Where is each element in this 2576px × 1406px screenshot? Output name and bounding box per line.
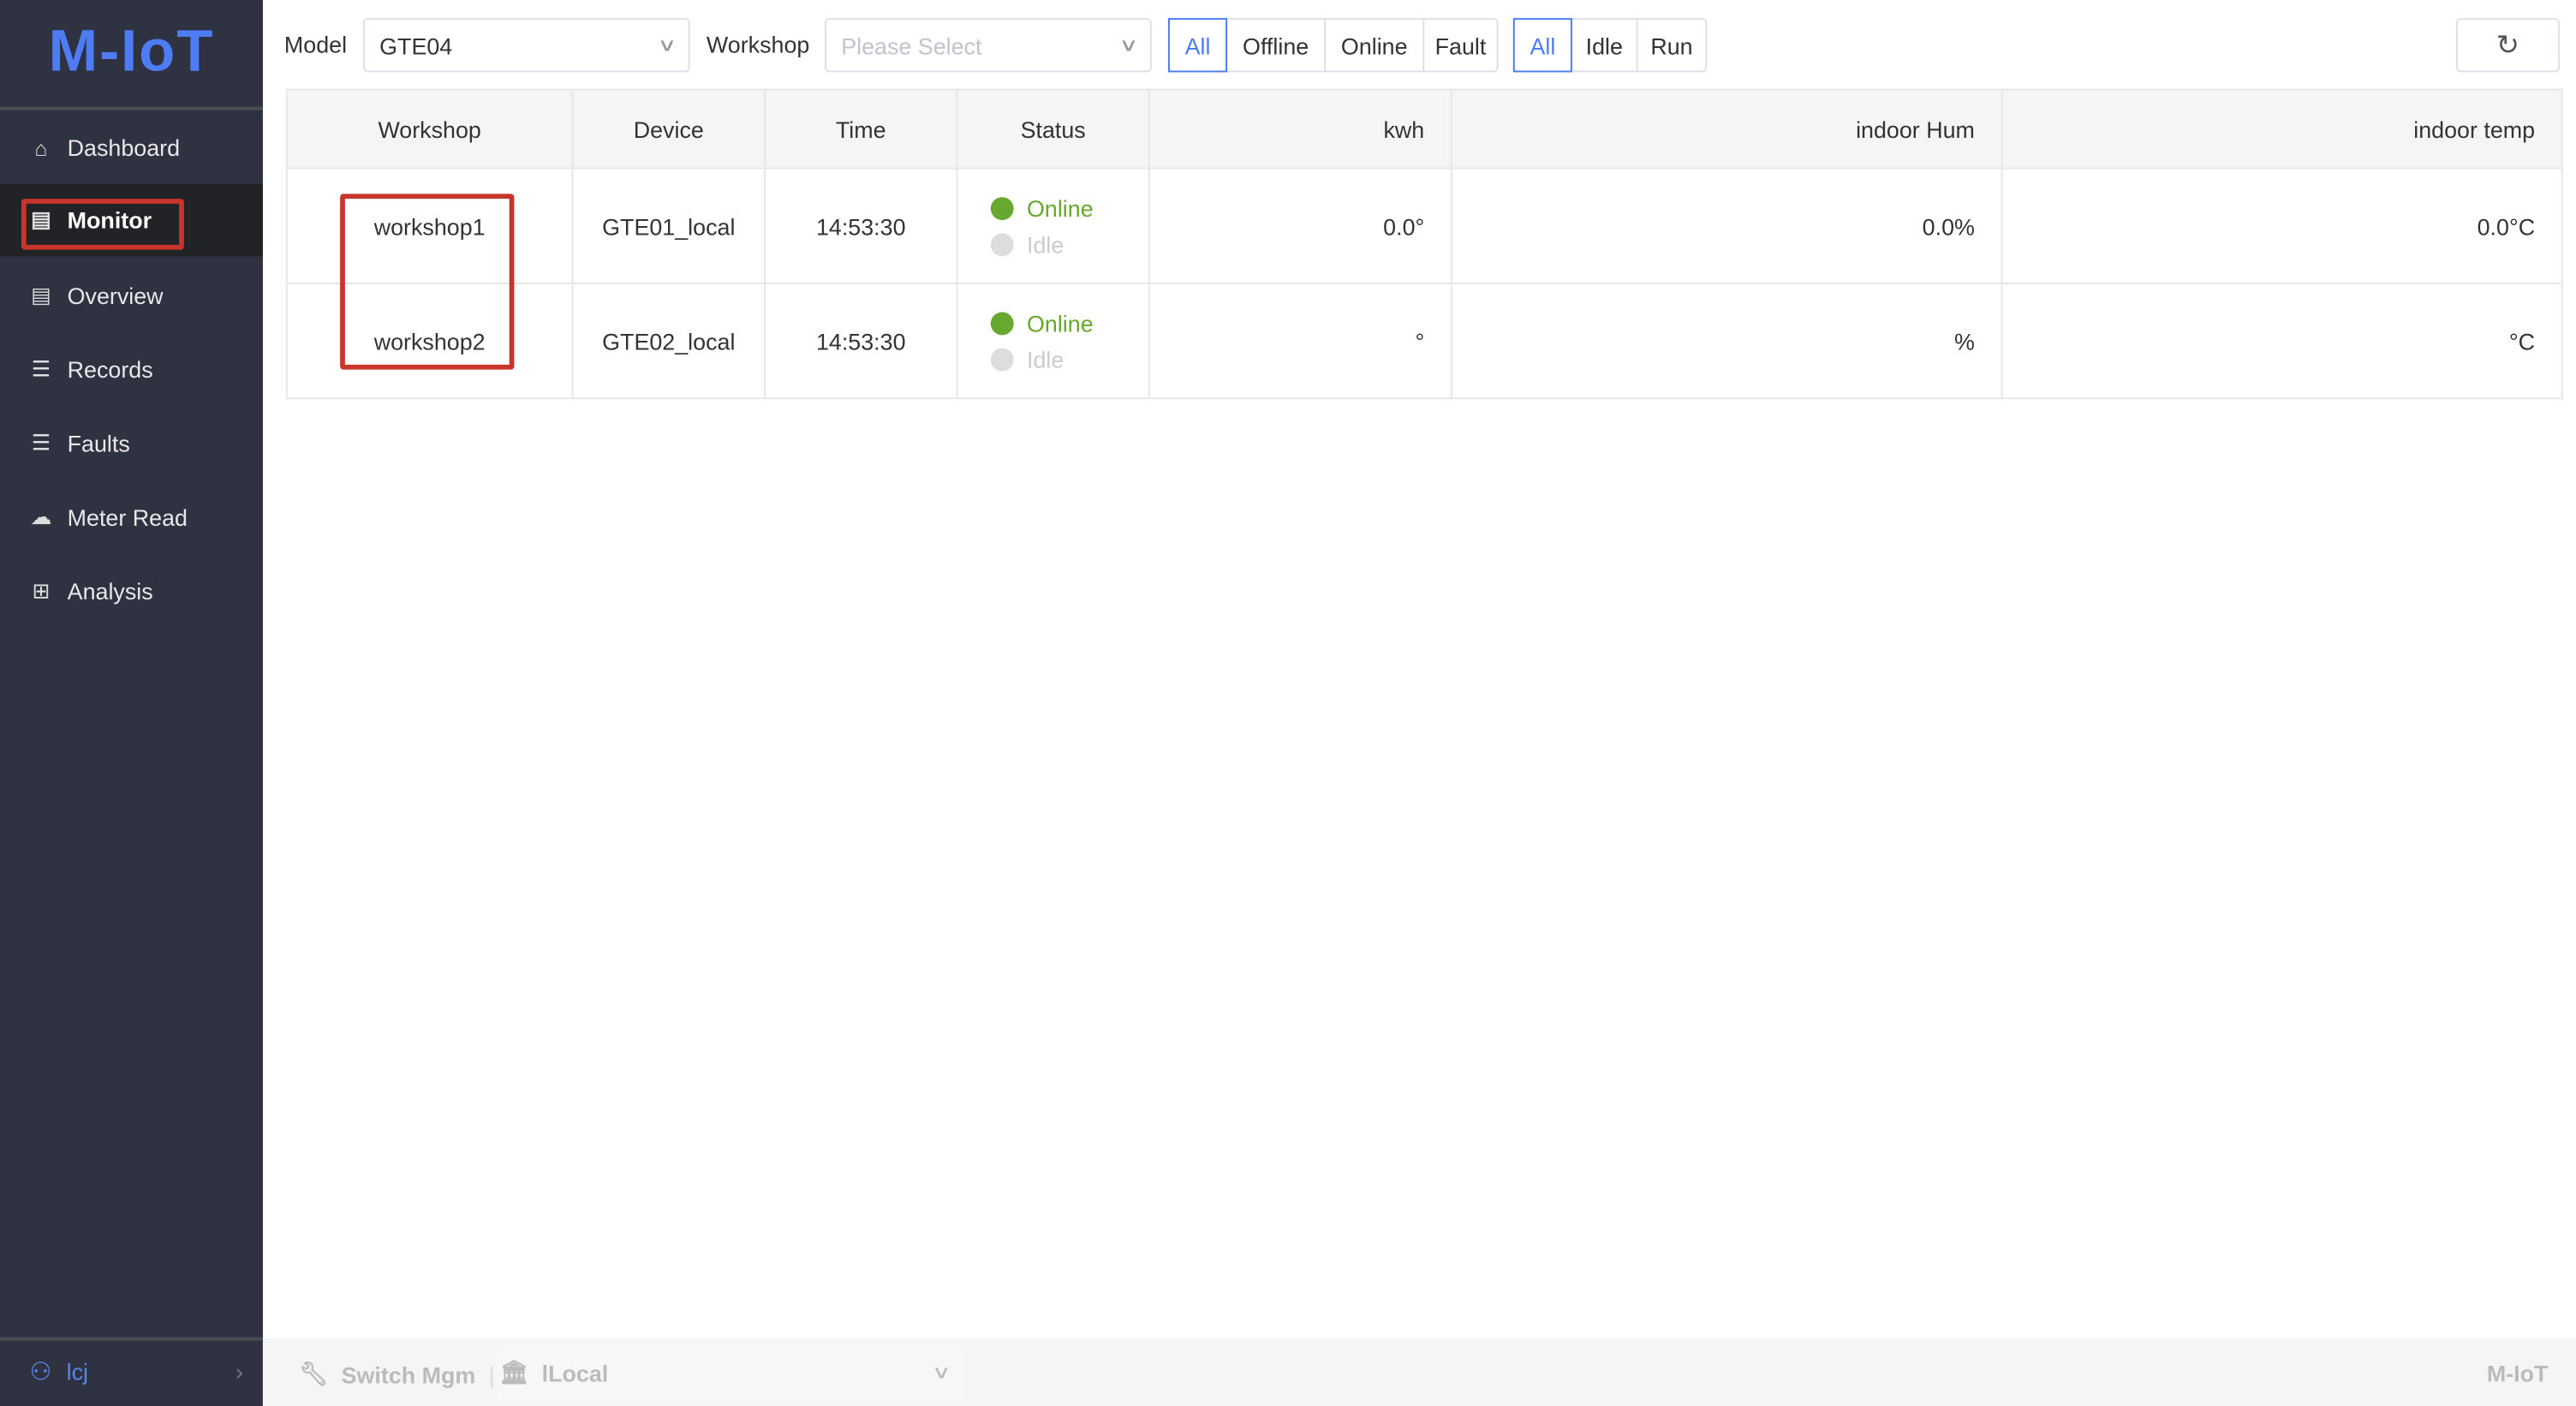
sidebar-item-faults[interactable]: ☰ Faults [0, 408, 263, 480]
label: Analysis [67, 578, 153, 605]
model-label: Model [283, 31, 348, 58]
cell-hum: % [1450, 282, 2003, 400]
chevron-down-icon: ∨ [657, 36, 677, 57]
cell-temp: °C [2001, 282, 2563, 400]
chevron-down-icon: ∨ [931, 1363, 951, 1384]
sidebar-item-meter-read[interactable]: ☁ Meter Read [0, 481, 263, 553]
switch-mgm[interactable]: 🔧︎ Switch Mgm | [299, 1360, 508, 1388]
col-workshop: Workshop [285, 88, 574, 170]
divider [0, 1337, 263, 1341]
col-indoor-temp: indoor temp [2001, 88, 2563, 170]
wrench-icon: 🔧︎ [299, 1360, 329, 1387]
footer-brand: M-IoT [2486, 1360, 2549, 1387]
table-header: Workshop Device Time Status kwh indoor H… [285, 88, 2563, 170]
cell-time: 14:53:30 [764, 282, 958, 400]
cell-kwh: ° [1148, 282, 1452, 400]
col-kwh: kwh [1148, 88, 1452, 170]
status-filter-group: All Offline Online Fault [1167, 18, 1499, 73]
cell-temp: 0.0°C [2001, 167, 2563, 284]
workshop-select[interactable]: Please Select ∨ [825, 18, 1152, 73]
status-all-button[interactable]: All [1167, 18, 1228, 73]
table-row[interactable]: workshop2 GTE02_local 14:53:30 Online Idl… [285, 282, 2563, 400]
sidebar-item-records[interactable]: ☰ Records [0, 333, 263, 405]
cell-device: GTE02_local [571, 282, 766, 400]
org-select[interactable]: 🏛︎ lLocal ∨ [496, 1343, 965, 1402]
footer: 🔧︎ Switch Mgm | 🏛︎ lLocal ∨ M-IoT [262, 1338, 2576, 1406]
status-offline-button[interactable]: Offline [1225, 20, 1324, 71]
refresh-button[interactable]: ↻ [2456, 18, 2560, 73]
username: lcj [66, 1358, 88, 1385]
online-dot-icon [990, 311, 1014, 335]
workshop-placeholder: Please Select [841, 32, 982, 59]
col-device: Device [571, 88, 766, 170]
run-idle-button[interactable]: Idle [1570, 20, 1637, 71]
status-text: Online [1027, 309, 1094, 337]
sidebar-item-overview[interactable]: ▤ Overview [0, 259, 263, 331]
sidebar-item-dashboard[interactable]: ⌂ Dashboard [0, 111, 263, 183]
cloud-icon: ☁ [30, 503, 52, 529]
divider [0, 106, 263, 110]
substatus-text: Idle [1027, 345, 1064, 372]
chevron-down-icon: ∨ [1118, 36, 1139, 57]
sidebar: M-IoT ⌂ Dashboard ▤ Monitor ▤ Overview ☰ Rec… [0, 0, 263, 1406]
workshop-label: Workshop [706, 31, 810, 58]
logo: M-IoT [48, 16, 215, 84]
cell-status: Online Idle [956, 282, 1150, 400]
grid-icon: ⊞ [32, 578, 51, 604]
highlight-box [340, 194, 515, 370]
label: Records [67, 356, 153, 383]
org-value: lLocal [541, 1359, 609, 1386]
switch-label: Switch Mgm [341, 1361, 476, 1388]
run-run-button[interactable]: Run [1636, 20, 1706, 71]
online-dot-icon [990, 196, 1014, 220]
col-status: Status [956, 88, 1150, 170]
status-fault-button[interactable]: Fault [1422, 20, 1496, 71]
col-indoor-hum: indoor Hum [1450, 88, 2003, 170]
substatus-text: Idle [1027, 230, 1064, 258]
label: Faults [67, 430, 130, 457]
idle-dot-icon [990, 232, 1014, 256]
model-select[interactable]: GTE04 ∨ [362, 18, 690, 73]
table-row[interactable]: workshop1 GTE01_local 14:53:30 Online Idl… [285, 167, 2563, 284]
user-icon: ⚇ [29, 1358, 52, 1387]
cell-hum: 0.0% [1450, 167, 2003, 284]
home-icon: ⌂ [34, 135, 48, 161]
user-menu[interactable]: ⚇ lcj › [30, 1357, 243, 1387]
run-filter-group: All Idle Run [1512, 18, 1708, 73]
col-time: Time [764, 88, 958, 170]
label: Meter Read [67, 503, 188, 531]
status-text: Online [1027, 194, 1094, 222]
idle-dot-icon [990, 347, 1014, 371]
model-value: GTE04 [379, 32, 453, 59]
sidebar-item-analysis[interactable]: ⊞ Analysis [0, 555, 263, 627]
bank-icon: 🏛︎ [499, 1358, 529, 1385]
label: Overview [67, 282, 164, 309]
device-table: Workshop Device Time Status kwh indoor H… [285, 88, 2563, 400]
cell-kwh: 0.0° [1148, 167, 1452, 284]
document-icon: ☰ [31, 430, 51, 456]
cell-time: 14:53:30 [764, 167, 958, 284]
list-icon: ▤ [31, 282, 51, 307]
cell-status: Online Idle [956, 167, 1150, 284]
label: Dashboard [67, 134, 181, 162]
chevron-right-icon: › [235, 1358, 243, 1385]
highlight-box [21, 199, 184, 250]
run-all-button[interactable]: All [1512, 18, 1572, 73]
document-icon: ☰ [31, 356, 51, 382]
cell-device: GTE01_local [571, 167, 766, 284]
status-online-button[interactable]: Online [1324, 20, 1422, 71]
refresh-icon: ↻ [2496, 28, 2520, 61]
